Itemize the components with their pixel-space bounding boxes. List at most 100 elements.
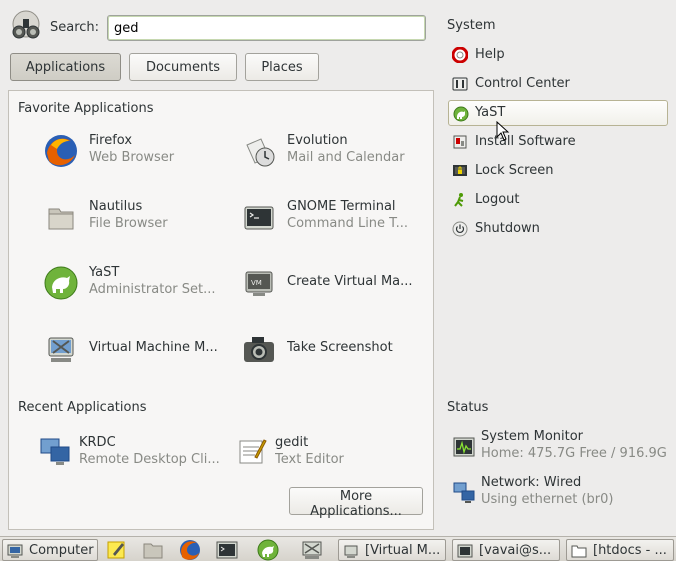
text-editor-icon[interactable]	[104, 539, 128, 561]
left-pane: Search: Applications Documents Places Fa…	[4, 4, 434, 532]
status-name: Network: Wired	[481, 475, 582, 490]
firefox-icon[interactable]	[178, 539, 202, 561]
app-name: Nautilus	[89, 199, 143, 214]
status-name: System Monitor	[481, 429, 584, 444]
logout-icon	[454, 193, 464, 207]
app-name: Virtual Machine M...	[89, 340, 218, 355]
app-description: File Browser	[89, 216, 168, 231]
taskbar: Computer [Virtual M... [vavai@s... [htdo…	[0, 536, 676, 561]
binoculars-icon	[12, 10, 40, 39]
virtual-machine-manager-icon	[48, 337, 74, 362]
terminal-icon	[244, 206, 274, 230]
recent-krdc[interactable]: KRDC Remote Desktop Cli...	[39, 427, 229, 477]
taskbar-window-label: [vavai@s...	[479, 543, 552, 558]
taskbar-window-label: [Virtual M...	[365, 543, 441, 558]
app-name: Take Screenshot	[287, 340, 393, 355]
taskbar-window-htdocs[interactable]: [htdocs - ...	[566, 539, 674, 561]
taskbar-window-virtual-machine[interactable]: [Virtual M...	[338, 539, 446, 561]
search-row: Search:	[8, 8, 428, 44]
yast-icon	[44, 266, 78, 300]
status-heading: Status	[447, 400, 489, 415]
applications-panel: Favorite Applications Firefox Web Browse…	[8, 90, 434, 530]
tab-documents[interactable]: Documents	[129, 53, 237, 81]
system-item-control-center[interactable]: Control Center	[448, 71, 668, 97]
favorite-applications-heading: Favorite Applications	[18, 101, 154, 116]
app-description: Mail and Calendar	[287, 150, 405, 165]
text-editor-icon	[239, 439, 267, 464]
computer-menu-button[interactable]: Computer	[2, 539, 98, 561]
firefox-icon	[45, 135, 77, 167]
system-item-label: Control Center	[475, 76, 570, 91]
app-name: Evolution	[287, 133, 348, 148]
lock-screen-icon	[453, 165, 467, 176]
taskbar-window-label: [htdocs - ...	[593, 543, 667, 558]
app-description: Web Browser	[89, 150, 175, 165]
network-wired-icon	[453, 482, 475, 503]
system-item-label: Install Software	[475, 134, 576, 149]
app-description: Administrator Set...	[89, 282, 216, 297]
install-software-icon	[453, 135, 467, 149]
terminal-icon	[457, 544, 473, 558]
tab-applications[interactable]: Applications	[10, 53, 121, 81]
virtual-machine-manager-icon	[344, 545, 358, 558]
app-name: Create Virtual Ma...	[287, 274, 413, 289]
camera-icon	[244, 337, 274, 362]
virtual-machine-create-icon: VM	[245, 271, 273, 296]
favorite-take-screenshot[interactable]: Take Screenshot	[241, 323, 431, 373]
app-description: Command Line T...	[287, 216, 408, 231]
app-name: Firefox	[89, 133, 133, 148]
favorite-nautilus[interactable]: Nautilus File Browser	[43, 191, 233, 241]
main-menu: Search: Applications Documents Places Fa…	[0, 0, 676, 536]
system-item-label: YaST	[475, 105, 506, 120]
folder-icon[interactable]	[141, 539, 165, 561]
favorite-gnome-terminal[interactable]: GNOME Terminal Command Line T...	[241, 191, 431, 241]
search-label: Search:	[50, 20, 100, 35]
control-center-icon	[452, 77, 468, 91]
system-item-label: Lock Screen	[475, 163, 554, 178]
app-description: Text Editor	[275, 452, 344, 467]
terminal-icon[interactable]	[215, 539, 239, 561]
recent-applications-heading: Recent Applications	[18, 400, 147, 415]
svg-text:VM: VM	[251, 279, 262, 287]
mouse-pointer-icon	[496, 121, 510, 141]
shutdown-icon	[452, 221, 468, 237]
system-item-label: Shutdown	[475, 221, 540, 236]
search-input[interactable]	[107, 15, 426, 41]
right-pane: System Help Control Center YaST Install …	[440, 0, 676, 536]
app-name: gedit	[275, 435, 309, 450]
favorite-virtual-machine-manager[interactable]: Virtual Machine M...	[43, 323, 233, 373]
favorite-firefox[interactable]: Firefox Web Browser	[43, 125, 233, 175]
system-item-shutdown[interactable]: Shutdown	[448, 216, 668, 242]
status-item-network[interactable]: Network: Wired Using ethernet (br0)	[448, 475, 674, 509]
computer-menu-label: Computer	[29, 543, 94, 558]
favorite-create-virtual-machine[interactable]: VM Create Virtual Ma...	[241, 257, 431, 307]
system-item-label: Help	[475, 47, 505, 62]
status-description: Using ethernet (br0)	[481, 492, 614, 507]
yast-icon	[453, 106, 469, 122]
app-name: YaST	[89, 265, 120, 280]
help-icon	[452, 47, 468, 63]
system-item-install-software[interactable]: Install Software	[448, 129, 668, 155]
status-item-system-monitor[interactable]: System Monitor Home: 475.7G Free / 916.9…	[448, 429, 674, 463]
system-item-lock-screen[interactable]: Lock Screen	[448, 158, 668, 184]
recent-gedit[interactable]: gedit Text Editor	[235, 427, 425, 477]
system-item-logout[interactable]: Logout	[448, 187, 668, 213]
app-description: Remote Desktop Cli...	[79, 452, 220, 467]
yast-icon[interactable]	[256, 539, 280, 561]
app-name: KRDC	[79, 435, 116, 450]
app-name: GNOME Terminal	[287, 199, 396, 214]
computer-icon	[7, 544, 23, 558]
system-item-help[interactable]: Help	[448, 42, 668, 68]
system-item-yast[interactable]: YaST	[448, 100, 668, 126]
remote-desktop-icon	[40, 438, 70, 465]
favorite-yast[interactable]: YaST Administrator Set...	[43, 257, 233, 307]
folder-icon	[48, 208, 74, 230]
folder-icon	[571, 545, 587, 558]
status-description: Home: 475.7G Free / 916.9G	[481, 446, 667, 461]
virtual-machine-manager-icon[interactable]	[300, 539, 324, 561]
more-applications-button[interactable]: More Applications...	[289, 487, 423, 519]
system-monitor-icon	[453, 437, 475, 457]
taskbar-window-terminal[interactable]: [vavai@s...	[452, 539, 560, 561]
tab-places[interactable]: Places	[245, 53, 319, 81]
favorite-evolution[interactable]: Evolution Mail and Calendar	[241, 125, 431, 175]
